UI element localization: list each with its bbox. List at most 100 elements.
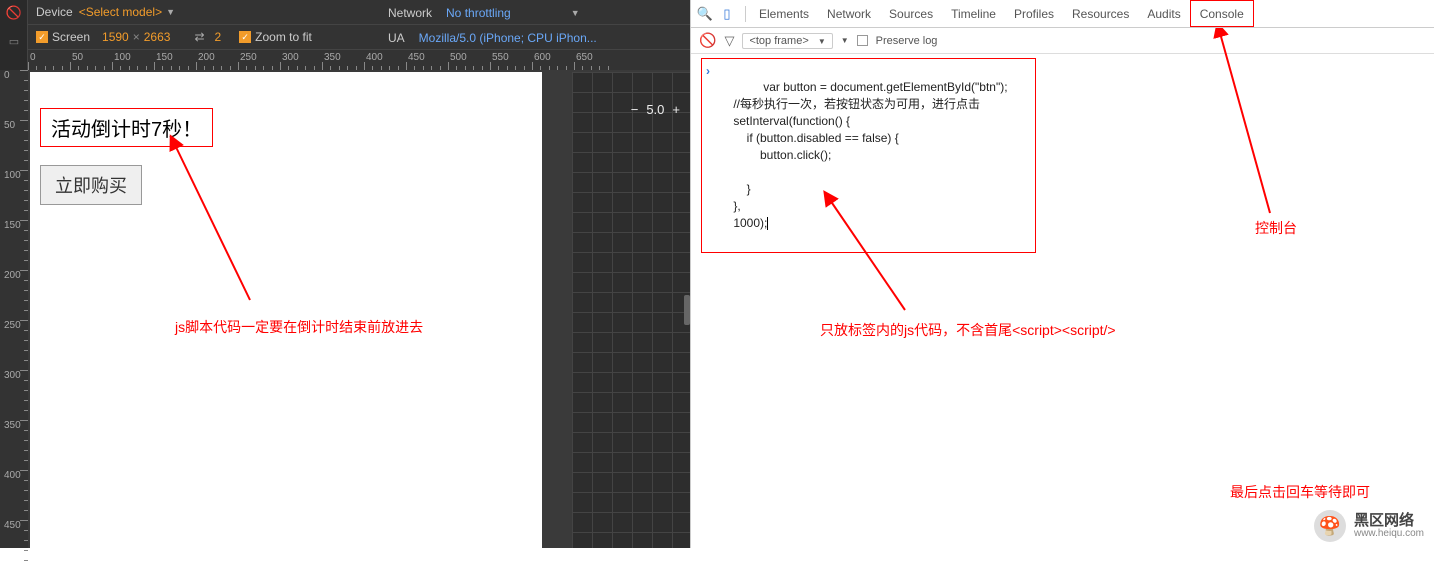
- tab-audits[interactable]: Audits: [1138, 0, 1189, 27]
- tab-console[interactable]: Console: [1190, 0, 1254, 27]
- ruler-vtick: 450: [4, 520, 21, 531]
- zoom-control[interactable]: − 5.0 +: [631, 102, 680, 117]
- ruler-vtickline: [20, 420, 28, 421]
- console-input[interactable]: ›var button = document.getElementById("b…: [701, 58, 1036, 253]
- ruler-tick: 350: [324, 52, 341, 63]
- ruler-tickline: [280, 62, 281, 70]
- swap-icon[interactable]: ⇄: [194, 30, 208, 44]
- screen-width[interactable]: 1590: [102, 30, 129, 44]
- ruler-tick: 400: [366, 52, 383, 63]
- network-value: No throttling: [446, 6, 511, 20]
- ruler-tick: 650: [576, 52, 593, 63]
- vertical-ruler: 050100150200250300350400450: [0, 70, 28, 548]
- checkbox-icon[interactable]: ✓: [36, 31, 48, 43]
- devtools-tabs: 🔍 ▯ Elements Network Sources Timeline Pr…: [691, 0, 1434, 28]
- ruler-tick: 450: [408, 52, 425, 63]
- ruler-vtickline: [20, 70, 28, 71]
- console-area[interactable]: ›var button = document.getElementById("b…: [691, 54, 1434, 548]
- ruler-tickline: [196, 62, 197, 70]
- screen-label: Screen: [52, 30, 90, 44]
- clear-icon[interactable]: 🚫: [699, 32, 716, 49]
- frame-selector[interactable]: <top frame> ▼: [742, 33, 832, 49]
- tab-sources[interactable]: Sources: [880, 0, 942, 27]
- chevron-down-icon: ▼: [818, 37, 826, 46]
- ua-value[interactable]: Mozilla/5.0 (iPhone; CPU iPhon...: [419, 31, 597, 45]
- chevron-down-icon[interactable]: ▼: [841, 36, 849, 45]
- tab-elements[interactable]: Elements: [750, 0, 818, 27]
- ruler-vtick: 300: [4, 370, 21, 381]
- watermark: 🍄 黑区网络 www.heiqu.com: [1314, 510, 1424, 542]
- ruler-tick: 300: [282, 52, 299, 63]
- chevron-down-icon: ▼: [571, 8, 580, 18]
- tab-resources[interactable]: Resources: [1063, 0, 1138, 27]
- ruler-vtick: 350: [4, 420, 21, 431]
- zoom-label: Zoom to fit: [255, 30, 312, 44]
- zoom-in-icon[interactable]: +: [672, 102, 680, 117]
- device-toolbar: Device <Select model> ▼ Network No throt…: [28, 0, 690, 50]
- search-icon[interactable]: 🔍: [697, 6, 713, 22]
- zoom-group[interactable]: ✓ Zoom to fit: [239, 30, 318, 44]
- ruler-vtick: 250: [4, 320, 21, 331]
- ruler-vtickline: [20, 220, 28, 221]
- buy-button[interactable]: 立即购买: [40, 165, 142, 205]
- ruler-vtickline: [20, 270, 28, 271]
- ruler-vtickline: [20, 320, 28, 321]
- ruler-tickline: [70, 62, 71, 70]
- network-selector[interactable]: Network No throttling ▼: [388, 0, 580, 25]
- ruler-tickline: [448, 62, 449, 70]
- toolbar-row-2: ✓ Screen 1590 × 2663 ⇄ 2 ✓ Zoom to fit U…: [28, 25, 690, 50]
- console-subbar: 🚫 ▽ <top frame> ▼ ▼ Preserve log: [691, 28, 1434, 54]
- code-content: var button = document.getElementById("bt…: [720, 80, 1008, 230]
- screen-group[interactable]: ✓ Screen 1590 × 2663: [36, 30, 170, 44]
- devtools-panel: 🔍 ▯ Elements Network Sources Timeline Pr…: [690, 0, 1434, 548]
- ruler-vtickline: [20, 470, 28, 471]
- tool-icon[interactable]: ▭: [0, 29, 28, 54]
- ruler-vtick: 50: [4, 120, 15, 131]
- tab-timeline[interactable]: Timeline: [942, 0, 1005, 27]
- ruler-vtickline: [20, 520, 28, 521]
- ruler-tick: 200: [198, 52, 215, 63]
- countdown-text: 活动倒计时7秒！: [40, 108, 213, 147]
- emulated-page[interactable]: 活动倒计时7秒！ 立即购买: [30, 72, 542, 548]
- dpr-value[interactable]: 2: [214, 30, 221, 44]
- device-selector[interactable]: Device <Select model> ▼: [36, 5, 175, 19]
- ruler-vtickline: [20, 370, 28, 371]
- zoom-value: 5.0: [646, 102, 664, 117]
- ruler-vtick: 100: [4, 170, 21, 181]
- ruler-tick: 500: [450, 52, 467, 63]
- grid-area: − 5.0 +: [572, 72, 690, 548]
- preserve-log-checkbox[interactable]: [857, 35, 868, 46]
- device-icon[interactable]: ▯: [719, 6, 735, 22]
- ruler-tickline: [490, 62, 491, 70]
- ruler-vtick: 0: [4, 70, 10, 81]
- screen-sep: ×: [133, 30, 140, 44]
- ruler-tickline: [112, 62, 113, 70]
- ruler-tickline: [238, 62, 239, 70]
- watermark-text-group: 黑区网络 www.heiqu.com: [1354, 513, 1424, 539]
- horizontal-ruler: 050100150200250300350400450500550600650: [28, 50, 690, 70]
- network-label: Network: [388, 6, 432, 20]
- zoom-out-icon[interactable]: −: [631, 102, 639, 117]
- preserve-log-label: Preserve log: [876, 35, 938, 47]
- watermark-name: 黑区网络: [1354, 513, 1424, 528]
- checkbox-icon[interactable]: ✓: [239, 31, 251, 43]
- ruler-vtickline: [20, 120, 28, 121]
- ruler-tickline: [406, 62, 407, 70]
- chevron-down-icon: ▼: [166, 7, 175, 17]
- filter-icon[interactable]: ▽: [724, 33, 734, 49]
- ruler-tick: 550: [492, 52, 509, 63]
- device-mode-panel: 🚫 ▭ Device <Select model> ▼ Network No t…: [0, 0, 690, 548]
- swap-group[interactable]: ⇄ 2: [188, 30, 221, 44]
- ruler-tickline: [364, 62, 365, 70]
- tab-network[interactable]: Network: [818, 0, 880, 27]
- ruler-tickline: [154, 62, 155, 70]
- ruler-tickline: [28, 62, 29, 70]
- screen-height[interactable]: 2663: [144, 30, 171, 44]
- tab-profiles[interactable]: Profiles: [1005, 0, 1063, 27]
- no-icon[interactable]: 🚫: [0, 0, 28, 25]
- watermark-url: www.heiqu.com: [1354, 528, 1424, 539]
- ruler-tickline: [574, 62, 575, 70]
- viewport: 活动倒计时7秒！ 立即购买 − 5.0 +: [28, 70, 690, 548]
- ua-group[interactable]: UA Mozilla/5.0 (iPhone; CPU iPhon...: [388, 25, 597, 50]
- ruler-vtick: 150: [4, 220, 21, 231]
